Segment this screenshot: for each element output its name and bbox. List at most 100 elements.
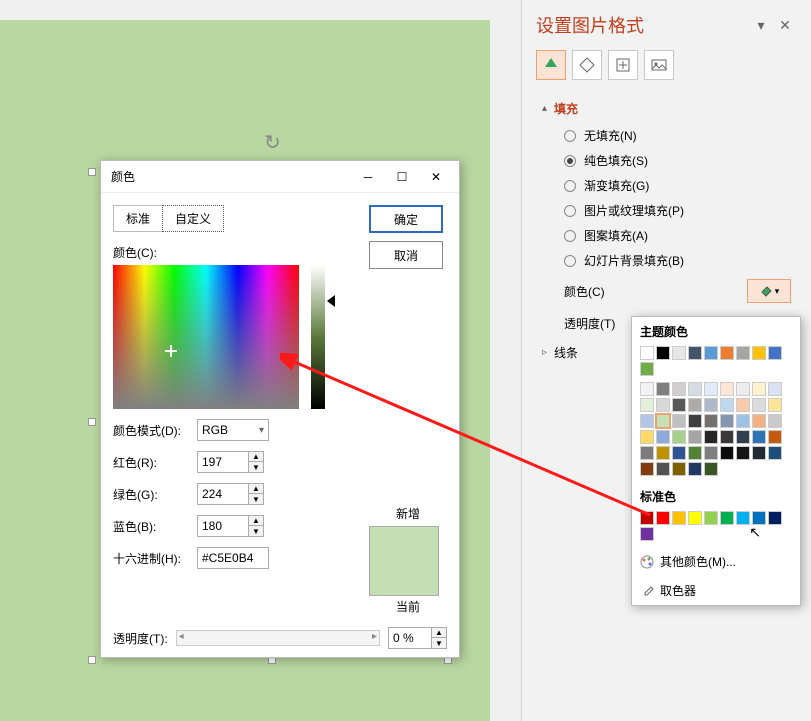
color-swatch[interactable] xyxy=(688,430,702,444)
color-swatch[interactable] xyxy=(752,346,766,360)
color-swatch[interactable] xyxy=(656,346,670,360)
color-swatch[interactable] xyxy=(640,511,654,525)
color-swatch[interactable] xyxy=(704,462,718,476)
color-swatch[interactable] xyxy=(640,362,654,376)
close-button[interactable]: ✕ xyxy=(419,163,453,191)
color-swatch[interactable] xyxy=(720,446,734,460)
color-swatch[interactable] xyxy=(752,398,766,412)
color-swatch[interactable] xyxy=(656,446,670,460)
color-swatch[interactable] xyxy=(672,430,686,444)
color-swatch[interactable] xyxy=(656,511,670,525)
red-input[interactable] xyxy=(197,451,249,473)
green-spinner[interactable]: ▲▼ xyxy=(249,483,264,505)
minimize-button[interactable]: ─ xyxy=(351,163,385,191)
color-swatch[interactable] xyxy=(752,382,766,396)
resize-handle-sw[interactable] xyxy=(88,656,96,664)
color-swatch[interactable] xyxy=(720,414,734,428)
color-swatch[interactable] xyxy=(656,382,670,396)
color-swatch[interactable] xyxy=(768,430,782,444)
color-swatch[interactable] xyxy=(736,446,750,460)
color-swatch[interactable] xyxy=(768,382,782,396)
tab-custom[interactable]: 自定义 xyxy=(162,205,224,232)
color-swatch[interactable] xyxy=(736,511,750,525)
color-swatch[interactable] xyxy=(720,346,734,360)
value-pointer[interactable] xyxy=(327,295,335,307)
color-swatch[interactable] xyxy=(640,462,654,476)
color-swatch[interactable] xyxy=(736,346,750,360)
color-swatch[interactable] xyxy=(704,382,718,396)
color-swatch[interactable] xyxy=(704,446,718,460)
color-swatch[interactable] xyxy=(640,346,654,360)
category-fill-line-icon[interactable] xyxy=(536,50,566,80)
dialog-titlebar[interactable]: 颜色 ─ ☐ ✕ xyxy=(101,161,459,193)
color-swatch[interactable] xyxy=(704,511,718,525)
color-swatch[interactable] xyxy=(768,346,782,360)
cancel-button[interactable]: 取消 xyxy=(369,241,443,269)
red-spinner[interactable]: ▲▼ xyxy=(249,451,264,473)
resize-handle-w[interactable] xyxy=(88,418,96,426)
color-swatch[interactable] xyxy=(672,414,686,428)
picker-crosshair[interactable] xyxy=(165,345,177,357)
fill-none-radio[interactable]: 无填充(N) xyxy=(542,123,791,148)
color-swatch[interactable] xyxy=(656,414,670,428)
color-swatch[interactable] xyxy=(736,414,750,428)
rotate-handle[interactable]: ↻ xyxy=(264,130,281,155)
section-fill[interactable]: ▴ 填充 xyxy=(542,94,791,123)
color-swatch[interactable] xyxy=(752,430,766,444)
color-swatch[interactable] xyxy=(736,382,750,396)
panel-menu-icon[interactable]: ▾ xyxy=(749,17,773,34)
color-swatch[interactable] xyxy=(672,382,686,396)
color-swatch[interactable] xyxy=(752,414,766,428)
color-swatch[interactable] xyxy=(752,446,766,460)
color-swatch[interactable] xyxy=(752,511,766,525)
color-swatch[interactable] xyxy=(720,398,734,412)
hex-input[interactable] xyxy=(197,547,269,569)
category-picture-icon[interactable] xyxy=(644,50,674,80)
transparency-spinner[interactable]: ▲▼ xyxy=(432,627,447,649)
color-swatch[interactable] xyxy=(672,511,686,525)
color-swatch[interactable] xyxy=(768,398,782,412)
color-swatch[interactable] xyxy=(656,430,670,444)
color-swatch[interactable] xyxy=(640,446,654,460)
color-swatch[interactable] xyxy=(688,414,702,428)
blue-input[interactable] xyxy=(197,515,249,537)
fill-picture-radio[interactable]: 图片或纹理填充(P) xyxy=(542,198,791,223)
color-swatch[interactable] xyxy=(672,346,686,360)
color-swatch[interactable] xyxy=(640,527,654,541)
color-swatch[interactable] xyxy=(672,398,686,412)
color-swatch[interactable] xyxy=(736,398,750,412)
color-swatch[interactable] xyxy=(640,414,654,428)
green-input[interactable] xyxy=(197,483,249,505)
color-swatch[interactable] xyxy=(640,382,654,396)
color-swatch[interactable] xyxy=(704,430,718,444)
tab-standard[interactable]: 标准 xyxy=(113,205,163,232)
value-strip[interactable] xyxy=(311,265,325,409)
color-swatch[interactable] xyxy=(736,430,750,444)
color-swatch[interactable] xyxy=(688,511,702,525)
color-swatch[interactable] xyxy=(768,446,782,460)
category-size-icon[interactable] xyxy=(608,50,638,80)
fill-color-dropdown-button[interactable]: ▾ xyxy=(747,279,791,303)
color-swatch[interactable] xyxy=(768,511,782,525)
transparency-input[interactable] xyxy=(388,627,432,649)
eyedropper-item[interactable]: 取色器 xyxy=(632,576,800,605)
color-swatch[interactable] xyxy=(688,462,702,476)
color-swatch[interactable] xyxy=(672,446,686,460)
color-swatch[interactable] xyxy=(704,414,718,428)
transparency-scrollbar[interactable] xyxy=(176,630,380,646)
color-swatch[interactable] xyxy=(688,346,702,360)
blue-spinner[interactable]: ▲▼ xyxy=(249,515,264,537)
fill-slidebg-radio[interactable]: 幻灯片背景填充(B) xyxy=(542,248,791,273)
category-effects-icon[interactable] xyxy=(572,50,602,80)
maximize-button[interactable]: ☐ xyxy=(385,163,419,191)
color-model-select[interactable]: RGB xyxy=(197,419,269,441)
color-swatch[interactable] xyxy=(720,511,734,525)
color-swatch[interactable] xyxy=(656,462,670,476)
color-swatch[interactable] xyxy=(720,430,734,444)
fill-gradient-radio[interactable]: 渐变填充(G) xyxy=(542,173,791,198)
color-swatch[interactable] xyxy=(704,398,718,412)
color-swatch[interactable] xyxy=(672,462,686,476)
color-swatch[interactable] xyxy=(688,382,702,396)
resize-handle-nw[interactable] xyxy=(88,168,96,176)
color-swatch[interactable] xyxy=(656,398,670,412)
